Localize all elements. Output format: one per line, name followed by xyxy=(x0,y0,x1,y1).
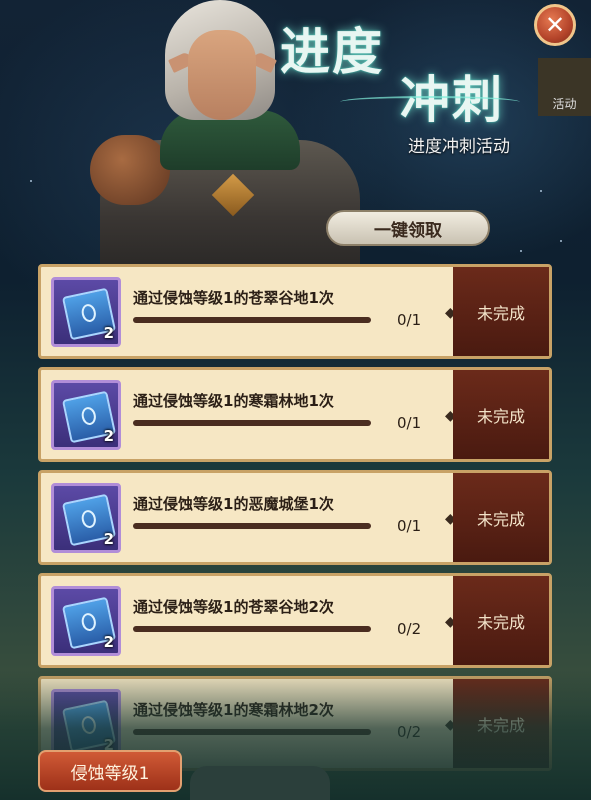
title-swoosh xyxy=(340,96,520,108)
close-button[interactable]: ✕ xyxy=(534,4,576,46)
side-tab-label: 活动 xyxy=(552,97,577,111)
reward-count: 2 xyxy=(103,427,114,445)
progress-bar xyxy=(133,420,371,426)
progress-bar xyxy=(133,317,371,323)
task-label: 通过侵蚀等级1的苍翠谷地1次 xyxy=(133,289,334,307)
event-subtitle: 进度冲刺活动 xyxy=(408,137,510,157)
corruption-tier-button[interactable]: 侵蚀等级1 xyxy=(38,750,182,792)
bottom-pill xyxy=(190,766,330,800)
star xyxy=(540,190,542,192)
task-row: 2 通过侵蚀等级1的苍翠谷地2次 0/2 ◆ 未完成 xyxy=(38,573,552,668)
reward-item[interactable]: 2 xyxy=(51,483,121,553)
star xyxy=(30,180,32,182)
status-button[interactable]: 未完成 xyxy=(453,370,549,459)
progress-bar xyxy=(133,626,371,632)
task-label: 通过侵蚀等级1的恶魔城堡1次 xyxy=(133,495,334,513)
reward-count: 2 xyxy=(103,530,114,548)
progress-count: 0/1 xyxy=(397,517,422,535)
reward-count: 2 xyxy=(103,633,114,651)
task-row: 2 通过侵蚀等级1的苍翠谷地1次 0/1 ◆ 未完成 xyxy=(38,264,552,359)
status-button[interactable]: 未完成 xyxy=(453,576,549,665)
claim-all-button[interactable]: 一键领取 xyxy=(326,210,490,246)
reward-count: 2 xyxy=(103,324,114,342)
task-label: 通过侵蚀等级1的苍翠谷地2次 xyxy=(133,598,334,616)
progress-count: 0/1 xyxy=(397,414,422,432)
progress-count: 0/2 xyxy=(397,620,422,638)
reward-item[interactable]: 2 xyxy=(51,380,121,450)
side-tab-activity[interactable]: 活动 xyxy=(538,58,591,116)
star xyxy=(560,240,562,242)
reward-item[interactable]: 2 xyxy=(51,277,121,347)
star xyxy=(520,250,522,252)
progress-count: 0/1 xyxy=(397,311,422,329)
task-row: 2 通过侵蚀等级1的寒霜林地1次 0/1 ◆ 未完成 xyxy=(38,367,552,462)
progress-bar xyxy=(133,523,371,529)
status-button[interactable]: 未完成 xyxy=(453,473,549,562)
status-button[interactable]: 未完成 xyxy=(453,267,549,356)
event-title: 进度 冲刺 xyxy=(280,8,540,129)
task-row: 2 通过侵蚀等级1的恶魔城堡1次 0/1 ◆ 未完成 xyxy=(38,470,552,565)
reward-item[interactable]: 2 xyxy=(51,586,121,656)
task-label: 通过侵蚀等级1的寒霜林地1次 xyxy=(133,392,334,410)
close-icon: ✕ xyxy=(544,11,566,39)
title-line-1: 进度 xyxy=(280,22,384,81)
